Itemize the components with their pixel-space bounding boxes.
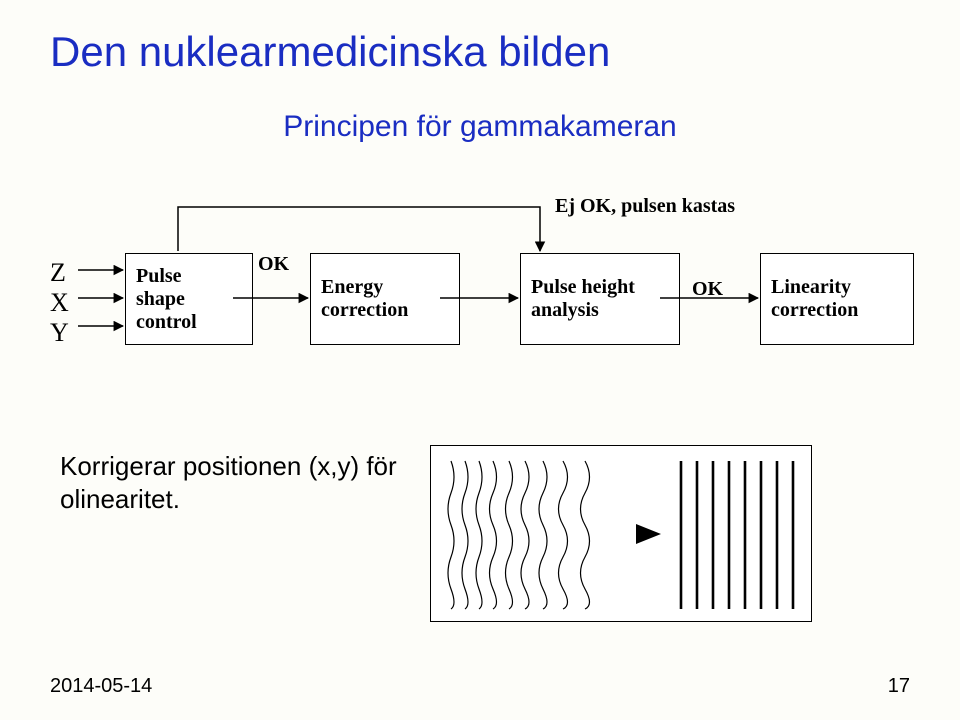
caption-text: Korrigerar positionen (x,y) för olineari… <box>60 450 397 515</box>
box-pulse-shape-control: Pulse shape control <box>125 253 253 345</box>
ok-label-1: OK <box>258 253 289 276</box>
box-label: Energy correction <box>321 276 408 322</box>
box-linearity-correction: Linearity correction <box>760 253 914 345</box>
box-pulse-height-analysis: Pulse height analysis <box>520 253 680 345</box>
input-x: X <box>50 288 69 318</box>
box-label: Linearity correction <box>771 276 858 322</box>
box-label: Pulse height analysis <box>531 276 635 322</box>
ok-label-2: OK <box>692 278 723 301</box>
input-y: Y <box>50 318 69 348</box>
page-title: Den nuklearmedicinska bilden <box>50 28 610 76</box>
input-signals: Z X Y <box>50 258 69 348</box>
box-label: Pulse shape control <box>136 265 197 334</box>
input-z: Z <box>50 258 69 288</box>
footer-page-number: 17 <box>888 675 910 698</box>
box-energy-correction: Energy correction <box>310 253 460 345</box>
linearity-illustration <box>430 445 812 622</box>
reject-path-label: Ej OK, pulsen kastas <box>555 195 735 218</box>
page-subtitle: Principen för gammakameran <box>0 110 960 144</box>
footer-date: 2014-05-14 <box>50 675 152 698</box>
